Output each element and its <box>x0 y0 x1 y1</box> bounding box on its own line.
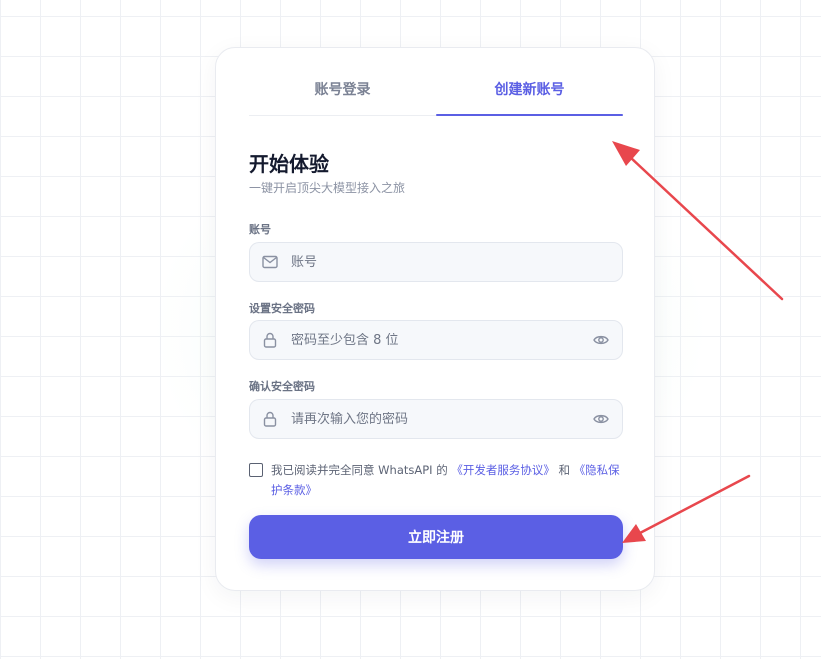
form-title: 开始体验 <box>249 152 329 176</box>
account-input[interactable] <box>291 254 610 270</box>
auth-tabs: 账号登录 创建新账号 <box>249 70 623 116</box>
confirm-field <box>249 399 623 439</box>
tab-login[interactable]: 账号登录 <box>249 70 436 115</box>
lock-icon <box>262 411 278 427</box>
agreement-text: 我已阅读并完全同意 WhatsAPI 的 《开发者服务协议》 和 《隐私保护条款… <box>271 460 629 500</box>
confirm-label: 确认安全密码 <box>249 380 315 393</box>
password-field <box>249 320 623 360</box>
register-button[interactable]: 立即注册 <box>249 515 623 559</box>
lock-icon <box>262 332 278 348</box>
password-input[interactable] <box>291 332 592 348</box>
tab-create-account[interactable]: 创建新账号 <box>436 70 623 116</box>
register-card: 账号登录 创建新账号 开始体验 一键开启顶尖大模型接入之旅 账号 设置安全密码 … <box>215 47 655 591</box>
mail-icon <box>262 254 278 270</box>
agreement-prefix: 我已阅读并完全同意 WhatsAPI 的 <box>271 463 448 477</box>
account-field <box>249 242 623 282</box>
confirm-input[interactable] <box>291 411 592 427</box>
agreement-checkbox[interactable] <box>249 463 263 477</box>
eye-icon[interactable] <box>592 410 610 428</box>
password-label: 设置安全密码 <box>249 302 315 315</box>
agreement-row: 我已阅读并完全同意 WhatsAPI 的 《开发者服务协议》 和 《隐私保护条款… <box>249 460 629 500</box>
eye-icon[interactable] <box>592 331 610 349</box>
form-subtitle: 一键开启顶尖大模型接入之旅 <box>249 181 406 195</box>
agreement-middle: 和 <box>558 463 571 477</box>
developer-agreement-link[interactable]: 《开发者服务协议》 <box>451 463 555 477</box>
account-label: 账号 <box>249 223 271 236</box>
